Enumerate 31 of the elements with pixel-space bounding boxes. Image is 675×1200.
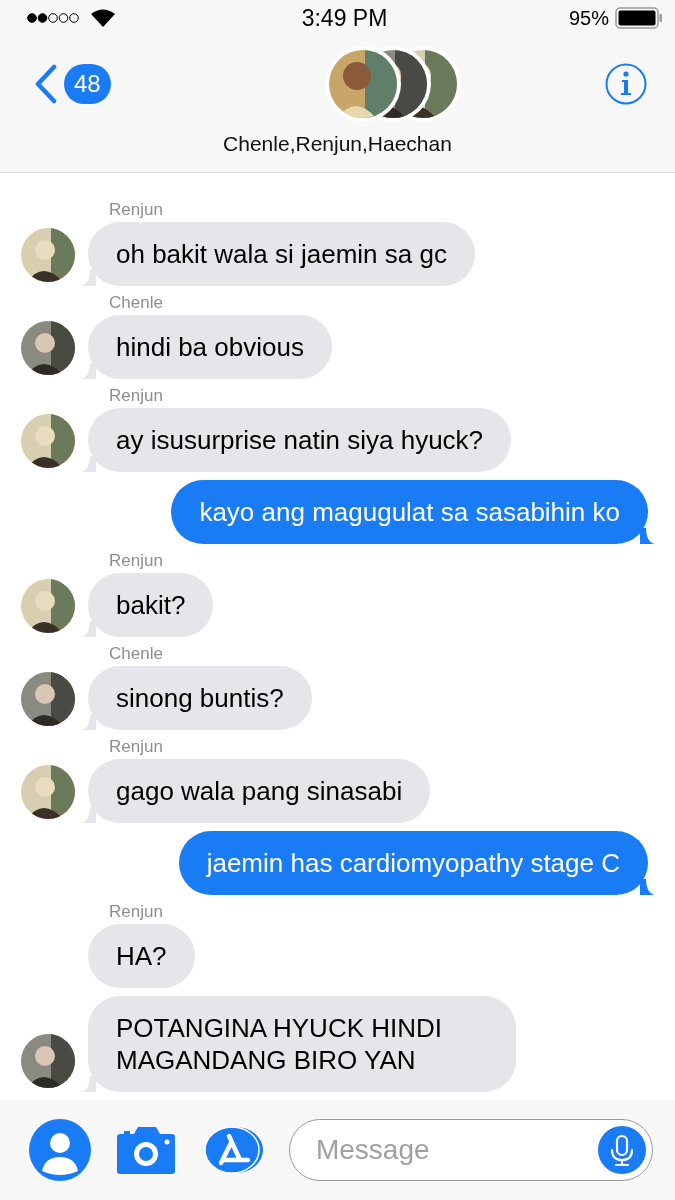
bubble-tail-icon	[82, 621, 96, 637]
bubble-tail-icon	[82, 456, 96, 472]
bubble-tail-icon	[640, 879, 654, 895]
wifi-icon	[90, 8, 116, 28]
status-time: 3:49 PM	[301, 4, 388, 32]
sender-name: Chenle	[109, 294, 164, 312]
sender-name: Renjun	[109, 903, 164, 921]
chevron-icon	[34, 64, 58, 104]
battery-icon	[615, 7, 663, 29]
sender-name: Renjun	[109, 552, 164, 570]
info-icon[interactable]	[605, 63, 647, 105]
bubble-tail-icon	[82, 363, 96, 379]
contact-icon[interactable]	[29, 1119, 91, 1181]
sender-name: Chenle	[109, 645, 164, 663]
unread-count: 48	[64, 64, 111, 104]
sender-name: Renjun	[109, 738, 164, 756]
signal-icon	[26, 12, 80, 24]
bubble-tail-icon	[82, 1076, 96, 1092]
bubble-tail-icon	[82, 807, 96, 823]
bubble-tail-icon	[82, 714, 96, 730]
conversation-title: Chenle,Renjun,Haechan	[223, 132, 452, 156]
camera-icon[interactable]	[115, 1126, 176, 1174]
microphone-icon[interactable]	[597, 1126, 646, 1174]
bubble-tail-icon	[640, 528, 654, 544]
message-bubble: HA?	[88, 924, 195, 988]
message-field[interactable]: Message	[288, 1119, 653, 1181]
sender-name: Renjun	[109, 387, 164, 405]
back-button[interactable]: 48	[34, 64, 111, 104]
sender-name: Renjun	[109, 201, 164, 219]
battery-percent: 95%	[568, 6, 609, 30]
bubble-tail-icon	[82, 270, 96, 286]
